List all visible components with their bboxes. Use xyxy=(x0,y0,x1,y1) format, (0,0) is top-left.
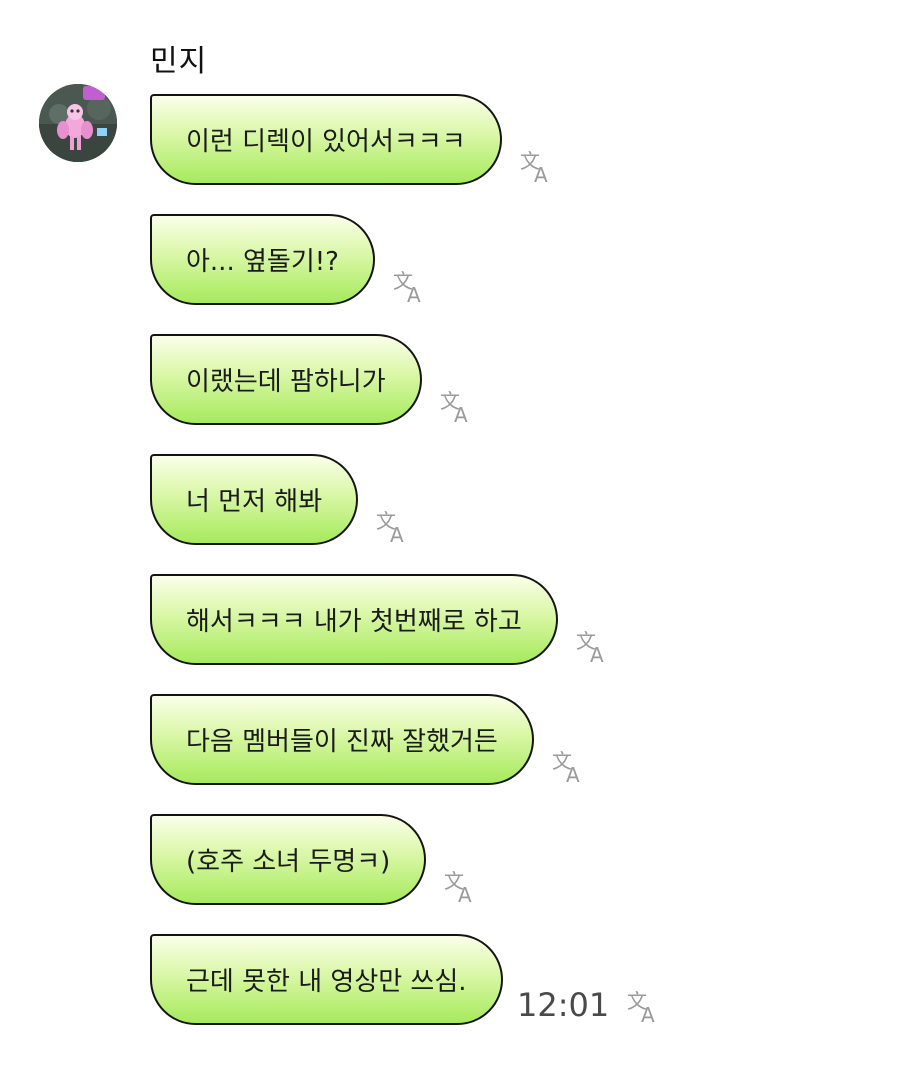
svg-text:A: A xyxy=(590,643,604,666)
message-bubble[interactable]: (호주 소녀 두명ㅋ) xyxy=(150,814,427,905)
message-bubble[interactable]: 이랬는데 팜하니가 xyxy=(150,334,422,425)
message-bubble[interactable]: 해서ㅋㅋㅋ 내가 첫번째로 하고 xyxy=(150,574,558,665)
svg-text:A: A xyxy=(641,1003,655,1026)
translate-icon[interactable]: 文A xyxy=(574,626,614,666)
svg-text:A: A xyxy=(534,163,548,186)
svg-text:A: A xyxy=(407,283,421,306)
translate-icon[interactable]: 文A xyxy=(438,386,478,426)
translate-icon[interactable]: 文A xyxy=(518,146,558,186)
translate-icon[interactable]: 文A xyxy=(391,266,431,306)
translate-icon[interactable]: 文A xyxy=(374,506,414,546)
message-bubble[interactable]: 근데 못한 내 영상만 쓰심. xyxy=(150,934,503,1025)
svg-text:A: A xyxy=(458,883,472,906)
translate-icon[interactable]: 文A xyxy=(442,866,482,906)
message-bubble[interactable]: 너 먼저 해봐 xyxy=(150,454,359,545)
avatar[interactable] xyxy=(39,84,117,162)
translate-icon[interactable]: 文A xyxy=(550,746,590,786)
message-timestamp: 12:01 xyxy=(517,986,610,1024)
message-bubble[interactable]: 다음 멤버들이 진짜 잘했거든 xyxy=(150,694,534,785)
sender-name: 민지 xyxy=(150,44,208,79)
message-bubble[interactable]: 이런 디렉이 있어서ㅋㅋㅋ xyxy=(150,94,502,185)
svg-text:A: A xyxy=(454,403,468,426)
svg-text:A: A xyxy=(390,523,404,546)
message-bubble[interactable]: 아... 옆돌기!? xyxy=(150,214,375,305)
translate-icon[interactable]: 文A xyxy=(625,986,665,1026)
svg-text:A: A xyxy=(566,763,580,786)
